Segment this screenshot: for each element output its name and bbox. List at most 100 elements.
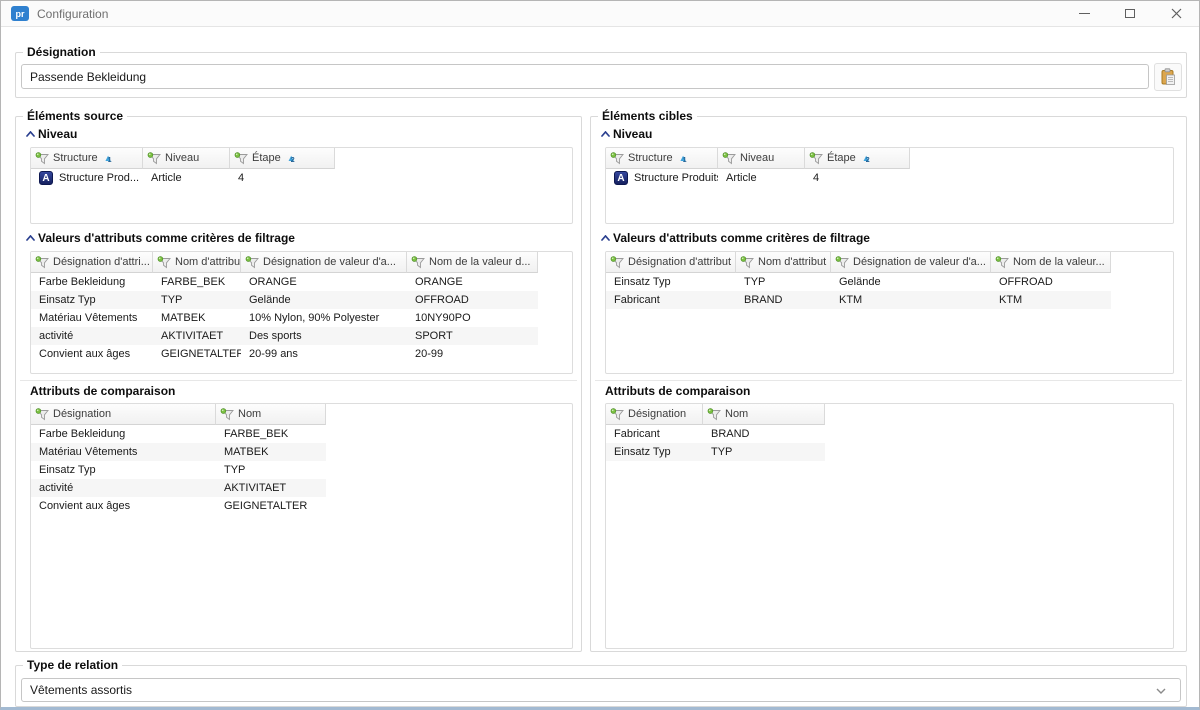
filter-icon[interactable] — [35, 152, 50, 165]
column-header[interactable]: Désignation — [606, 404, 703, 425]
table-row[interactable]: FabricantBRANDKTMKTM — [606, 291, 1111, 309]
filter-icon[interactable] — [740, 256, 755, 269]
filter-icon[interactable] — [995, 256, 1010, 269]
filter-icon[interactable] — [610, 256, 625, 269]
column-header[interactable]: Niveau — [718, 148, 805, 169]
target-filter-section-header[interactable]: Valeurs d'attributs comme critères de fi… — [601, 230, 870, 246]
source-filter-section-header[interactable]: Valeurs d'attributs comme critères de fi… — [26, 230, 295, 246]
column-header[interactable]: Nom — [216, 404, 326, 425]
column-label: Désignation d'attri... — [53, 256, 150, 268]
target-elements-group: Éléments cibles Niveau Structure▲1Niveau… — [590, 116, 1187, 652]
table-row[interactable]: Farbe BekleidungFARBE_BEK — [31, 425, 326, 443]
table-row[interactable]: AStructure ProduitsArticle4 — [606, 169, 910, 187]
filter-icon[interactable] — [809, 152, 824, 165]
column-header[interactable]: Étape▲2 — [805, 148, 910, 169]
table-row[interactable]: FabricantBRAND — [606, 425, 825, 443]
column-header[interactable]: Étape▲2 — [230, 148, 335, 169]
close-button[interactable] — [1153, 1, 1199, 26]
table-row[interactable]: Convient aux âgesGEIGNETALTER20-99 ans20… — [31, 345, 538, 363]
column-header[interactable]: Structure▲1 — [31, 148, 143, 169]
filter-icon[interactable] — [411, 256, 426, 269]
table-row[interactable]: Farbe BekleidungFARBE_BEKORANGEORANGE — [31, 273, 538, 291]
paste-button[interactable] — [1154, 63, 1182, 91]
table-cell: OFFROAD — [991, 273, 1111, 291]
maximize-button[interactable] — [1107, 1, 1153, 26]
collapse-chevron-icon[interactable] — [601, 235, 613, 241]
filter-icon[interactable] — [722, 152, 737, 165]
filter-icon[interactable] — [835, 256, 850, 269]
table-row[interactable]: activitéAKTIVITAETDes sportsSPORT — [31, 327, 538, 345]
filter-icon[interactable] — [147, 152, 162, 165]
column-header[interactable]: Nom de la valeur... — [991, 252, 1111, 273]
sort-ascending-icon: ▲2 — [862, 154, 871, 163]
filter-icon[interactable] — [245, 256, 260, 269]
table-cell: ORANGE — [407, 273, 538, 291]
source-comparison-table: Désignation NomFarbe BekleidungFARBE_BEKM… — [30, 403, 573, 649]
column-label: Désignation — [53, 408, 111, 420]
filter-icon[interactable] — [707, 408, 722, 421]
table-cell: Article — [718, 169, 805, 187]
table-row[interactable]: Matériau VêtementsMATBEK — [31, 443, 326, 461]
column-label: Désignation de valeur d'a... — [853, 256, 986, 268]
column-label: Désignation — [628, 408, 686, 420]
table-cell: Convient aux âges — [31, 345, 153, 363]
column-header[interactable]: Désignation de valeur d'a... — [831, 252, 991, 273]
filter-icon[interactable] — [157, 256, 172, 269]
table-cell: 20-99 ans — [241, 345, 407, 363]
section-divider — [595, 380, 1182, 381]
table-row[interactable]: Einsatz TypTYPGeländeOFFROAD — [31, 291, 538, 309]
sort-ascending-icon: ▲2 — [287, 154, 296, 163]
column-header[interactable]: Désignation de valeur d'a... — [241, 252, 407, 273]
table-cell: FARBE_BEK — [153, 273, 241, 291]
source-elements-group: Éléments source Niveau Structure▲1Niveau… — [15, 116, 582, 652]
table-cell: Fabricant — [606, 425, 703, 443]
target-elements-heading: Éléments cibles — [598, 109, 697, 123]
column-header[interactable]: Nom d'attribut — [736, 252, 831, 273]
target-niveau-section-header[interactable]: Niveau — [601, 126, 652, 142]
column-header[interactable]: Structure▲1 — [606, 148, 718, 169]
table-cell: Einsatz Typ — [31, 291, 153, 309]
column-header[interactable]: Nom — [703, 404, 825, 425]
chevron-down-icon[interactable] — [1156, 683, 1166, 697]
column-header[interactable]: Nom de la valeur d... — [407, 252, 538, 273]
table-row[interactable]: activitéAKTIVITAET — [31, 479, 326, 497]
column-header[interactable]: Niveau — [143, 148, 230, 169]
table-row[interactable]: Einsatz TypTYPGeländeOFFROAD — [606, 273, 1111, 291]
table-row[interactable]: Einsatz TypTYP — [606, 443, 825, 461]
table-cell: FARBE_BEK — [216, 425, 326, 443]
target-niveau-title: Niveau — [613, 127, 652, 141]
table-cell: Einsatz Typ — [606, 273, 736, 291]
filter-icon[interactable] — [610, 408, 625, 421]
table-cell: Des sports — [241, 327, 407, 345]
filter-icon[interactable] — [35, 256, 50, 269]
collapse-chevron-icon[interactable] — [26, 235, 38, 241]
target-comparison-section-header: Attributs de comparaison — [605, 383, 750, 399]
table-cell: AStructure Prod... — [31, 169, 143, 187]
maximize-icon — [1125, 9, 1135, 18]
relation-type-group: Type de relation Vêtements assortis — [15, 665, 1187, 707]
table-cell: Farbe Bekleidung — [31, 425, 216, 443]
filter-icon[interactable] — [220, 408, 235, 421]
column-label: Nom d'attribut — [175, 256, 241, 268]
target-filter-grid: Désignation d'attributNom d'attribut Dési… — [606, 252, 1111, 309]
table-row[interactable]: Convient aux âgesGEIGNETALTER — [31, 497, 326, 515]
relation-type-dropdown[interactable]: Vêtements assortis — [21, 678, 1181, 702]
column-header[interactable]: Désignation d'attribut — [606, 252, 736, 273]
table-cell: TYP — [153, 291, 241, 309]
filter-icon[interactable] — [35, 408, 50, 421]
source-niveau-title: Niveau — [38, 127, 77, 141]
source-niveau-section-header[interactable]: Niveau — [26, 126, 77, 142]
column-header[interactable]: Nom d'attribut — [153, 252, 241, 273]
collapse-chevron-icon[interactable] — [26, 131, 38, 137]
table-row[interactable]: Matériau VêtementsMATBEK10% Nylon, 90% P… — [31, 309, 538, 327]
table-row[interactable]: Einsatz TypTYP — [31, 461, 326, 479]
designation-label: Désignation — [23, 45, 100, 59]
filter-icon[interactable] — [610, 152, 625, 165]
filter-icon[interactable] — [234, 152, 249, 165]
collapse-chevron-icon[interactable] — [601, 131, 613, 137]
minimize-button[interactable] — [1061, 1, 1107, 26]
table-row[interactable]: AStructure Prod...Article4 — [31, 169, 335, 187]
column-header[interactable]: Désignation — [31, 404, 216, 425]
designation-input[interactable] — [21, 64, 1149, 89]
column-header[interactable]: Désignation d'attri... — [31, 252, 153, 273]
